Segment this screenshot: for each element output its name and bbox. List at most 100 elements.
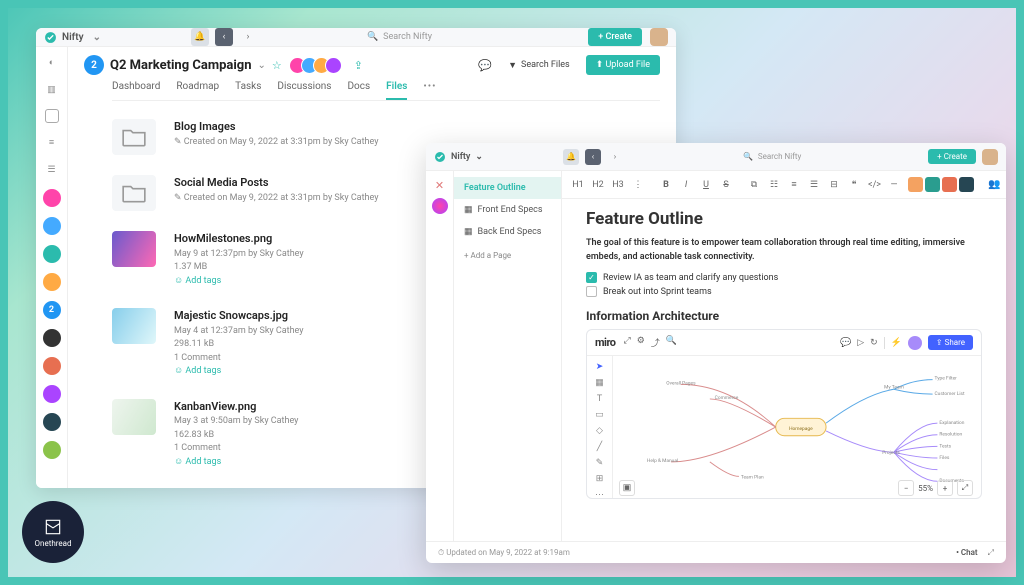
pen-icon[interactable]: ✎ [596,458,604,468]
project-title[interactable]: Q2 Marketing Campaign [110,58,252,73]
rail-active-badge[interactable]: 2 [43,301,61,319]
workspace-icon[interactable] [432,198,448,214]
chat-toggle[interactable]: • Chat [956,548,978,557]
template-icon[interactable]: ▦ [595,378,604,388]
user-avatar[interactable] [982,149,998,165]
zoom-in-button[interactable]: + [937,480,953,496]
global-search[interactable]: 🔍 Search Nifty [743,152,801,161]
rail-workspace-4[interactable] [43,273,61,291]
doc-content[interactable]: Feature Outline The goal of this feature… [562,199,1006,509]
tb-h3[interactable]: H3 [612,180,624,190]
frame-icon[interactable]: ⊞ [596,474,604,484]
miro-present-icon[interactable]: ▷ [857,338,864,348]
rail-workspace-6[interactable] [43,357,61,375]
add-tags-link[interactable]: ☺ Add tags [174,365,304,379]
sidebar-item-backend[interactable]: ▦ Back End Specs [454,221,561,243]
fullscreen-icon[interactable]: ⤢ [957,480,973,496]
checkbox-icon[interactable] [586,286,597,297]
tab-docs[interactable]: Docs [347,81,370,100]
checkbox-checked-icon[interactable]: ✓ [586,272,597,283]
add-page-button[interactable]: + Add a Page [454,243,561,268]
tb-divider-icon[interactable]: — [888,180,900,190]
user-avatar[interactable] [650,28,668,46]
tab-discussions[interactable]: Discussions [277,81,331,100]
chevron-down-icon[interactable]: ⌄ [475,152,483,162]
chat-icon[interactable]: 💬 [478,59,492,72]
shape-icon[interactable]: ◇ [596,426,603,436]
create-button[interactable]: + Create [588,28,642,46]
sidebar-item-feature-outline[interactable]: Feature Outline [454,177,561,199]
miro-gear-icon[interactable]: ⚙ [637,336,645,349]
rail-workspace-5[interactable] [43,329,61,347]
text-icon[interactable]: T [597,394,602,404]
share-icon[interactable]: ⇪ [354,59,363,72]
miro-minimap-icon[interactable]: ▣ [619,480,635,496]
expand-icon[interactable]: ⤢ [988,548,994,558]
member-avatars[interactable] [294,57,342,74]
rail-workspace-1[interactable] [43,189,61,207]
tb-quote-icon[interactable]: ❝ [848,180,860,190]
rail-compass-icon[interactable]: ◐ [43,53,61,71]
tab-files[interactable]: Files [386,81,407,100]
tb-table-icon[interactable]: ☷ [768,180,780,190]
tb-task-icon[interactable]: ⊟ [828,180,840,190]
collaborator-avatars[interactable] [908,177,974,192]
rail-workspace-7[interactable] [43,385,61,403]
miro-share-button[interactable]: ⇪ Share [928,335,973,350]
chevron-down-icon[interactable]: ⌄ [93,32,101,43]
create-button[interactable]: + Create [928,149,976,164]
back-icon[interactable]: ‹ [215,28,233,46]
rail-workspace-9[interactable] [43,441,61,459]
tabs-more[interactable]: ••• [423,81,436,100]
miro-expand-icon[interactable]: ⤢ [624,336,631,349]
tb-more-headings[interactable]: ⋮ [632,180,644,190]
tb-checkbox-icon[interactable]: ⧉ [748,180,760,190]
app-logo[interactable]: Nifty ⌄ [434,151,483,163]
back-icon[interactable]: ‹ [585,149,601,165]
tab-tasks[interactable]: Tasks [235,81,261,100]
rail-menu-icon[interactable]: ☰ [43,161,61,179]
todo-item[interactable]: ✓ Review IA as team and clarify any ques… [586,272,982,283]
search-files-button[interactable]: ▼Search Files [508,60,570,71]
bell-icon[interactable]: 🔔 [191,28,209,46]
rail-list-icon[interactable]: ≡ [43,133,61,151]
rail-workspace-8[interactable] [43,413,61,431]
tb-numbered-icon[interactable]: ☰ [808,180,820,190]
tb-code-icon[interactable]: </> [868,180,880,190]
miro-avatar[interactable] [908,336,922,350]
app-logo[interactable]: Nifty ⌄ [44,31,101,44]
tb-strike[interactable]: S [720,180,732,190]
global-search[interactable]: 🔍 Search Nifty [367,32,432,42]
group-icon[interactable]: 👥 [988,179,1000,190]
rail-box-icon[interactable] [45,109,59,123]
todo-item[interactable]: Break out into Sprint teams [586,286,982,297]
miro-history-icon[interactable]: ↻ [870,338,878,348]
tab-dashboard[interactable]: Dashboard [112,81,160,100]
forward-icon[interactable]: › [239,28,257,46]
star-icon[interactable]: ☆ [272,59,282,72]
tb-underline[interactable]: U [700,180,712,190]
sticky-icon[interactable]: ▭ [595,410,604,420]
chevron-down-icon[interactable]: ⌄ [258,60,266,71]
forward-icon[interactable]: › [607,149,623,165]
rail-workspace-3[interactable] [43,245,61,263]
sidebar-item-frontend[interactable]: ▦ Front End Specs [454,199,561,221]
more-icon[interactable]: ⋯ [595,490,604,499]
miro-reactions-icon[interactable]: ⚡ [891,338,902,348]
close-icon[interactable]: ✕ [435,179,444,192]
add-tags-link[interactable]: ☺ Add tags [174,456,298,470]
rail-chart-icon[interactable]: ▥ [43,81,61,99]
miro-upload-icon[interactable]: ⤴ [651,336,660,349]
line-icon[interactable]: ╱ [597,442,602,452]
tb-bold[interactable]: B [660,180,672,190]
zoom-out-button[interactable]: − [898,480,914,496]
tb-h2[interactable]: H2 [592,180,604,190]
miro-comment-icon[interactable]: 💬 [840,338,851,348]
upload-file-button[interactable]: ⬆ Upload File [586,55,660,75]
add-tags-link[interactable]: ☺ Add tags [174,275,304,289]
tb-h1[interactable]: H1 [572,180,584,190]
tab-roadmap[interactable]: Roadmap [176,81,219,100]
miro-canvas[interactable]: Homepage Overall Pages Commerce Help & M… [613,356,981,499]
bell-icon[interactable]: 🔔 [563,149,579,165]
miro-search-icon[interactable]: 🔍 [666,336,677,349]
